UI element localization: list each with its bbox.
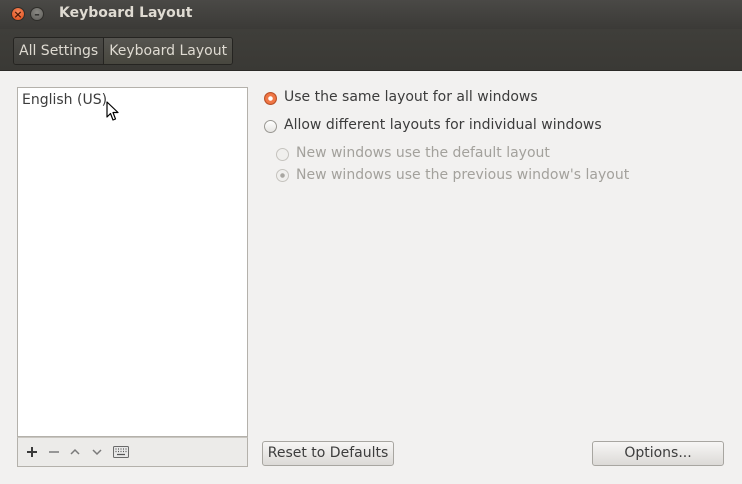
keyboard-icon — [113, 446, 129, 458]
default-layout-radio[interactable] — [276, 148, 289, 161]
default-layout-label[interactable]: New windows use the default layout — [296, 145, 550, 161]
different-layouts-radio[interactable] — [264, 120, 277, 133]
breadcrumb-keyboard-layout[interactable]: Keyboard Layout — [103, 38, 233, 64]
close-icon[interactable]: × — [11, 7, 25, 21]
list-toolbar — [17, 437, 248, 467]
breadcrumb-all-settings[interactable]: All Settings — [14, 38, 104, 64]
arrow-up-icon — [70, 448, 80, 455]
same-layout-radio[interactable] — [264, 92, 277, 105]
move-up-button[interactable] — [66, 444, 84, 460]
previous-layout-radio[interactable] — [276, 169, 289, 182]
plus-icon — [27, 447, 37, 457]
window-title: Keyboard Layout — [59, 5, 193, 21]
options-button[interactable]: Options... — [592, 441, 724, 466]
show-layout-button[interactable] — [111, 444, 131, 460]
reset-to-defaults-button[interactable]: Reset to Defaults — [262, 441, 394, 466]
minimize-icon[interactable]: – — [30, 7, 44, 21]
different-layouts-label[interactable]: Allow different layouts for individual w… — [284, 117, 602, 133]
add-layout-button[interactable] — [23, 444, 41, 460]
mouse-pointer-icon — [106, 101, 119, 121]
list-item[interactable]: English (US) — [22, 92, 107, 108]
previous-layout-label[interactable]: New windows use the previous window's la… — [296, 167, 629, 183]
move-down-button[interactable] — [88, 444, 106, 460]
minus-icon — [49, 451, 59, 453]
remove-layout-button[interactable] — [45, 444, 63, 460]
title-bar: × – Keyboard Layout — [0, 0, 742, 29]
toolbar: All Settings Keyboard Layout — [0, 29, 742, 71]
layout-list[interactable]: English (US) — [17, 87, 248, 437]
arrow-down-icon — [92, 449, 102, 456]
breadcrumb: All Settings Keyboard Layout — [13, 37, 234, 65]
same-layout-label[interactable]: Use the same layout for all windows — [284, 89, 538, 105]
